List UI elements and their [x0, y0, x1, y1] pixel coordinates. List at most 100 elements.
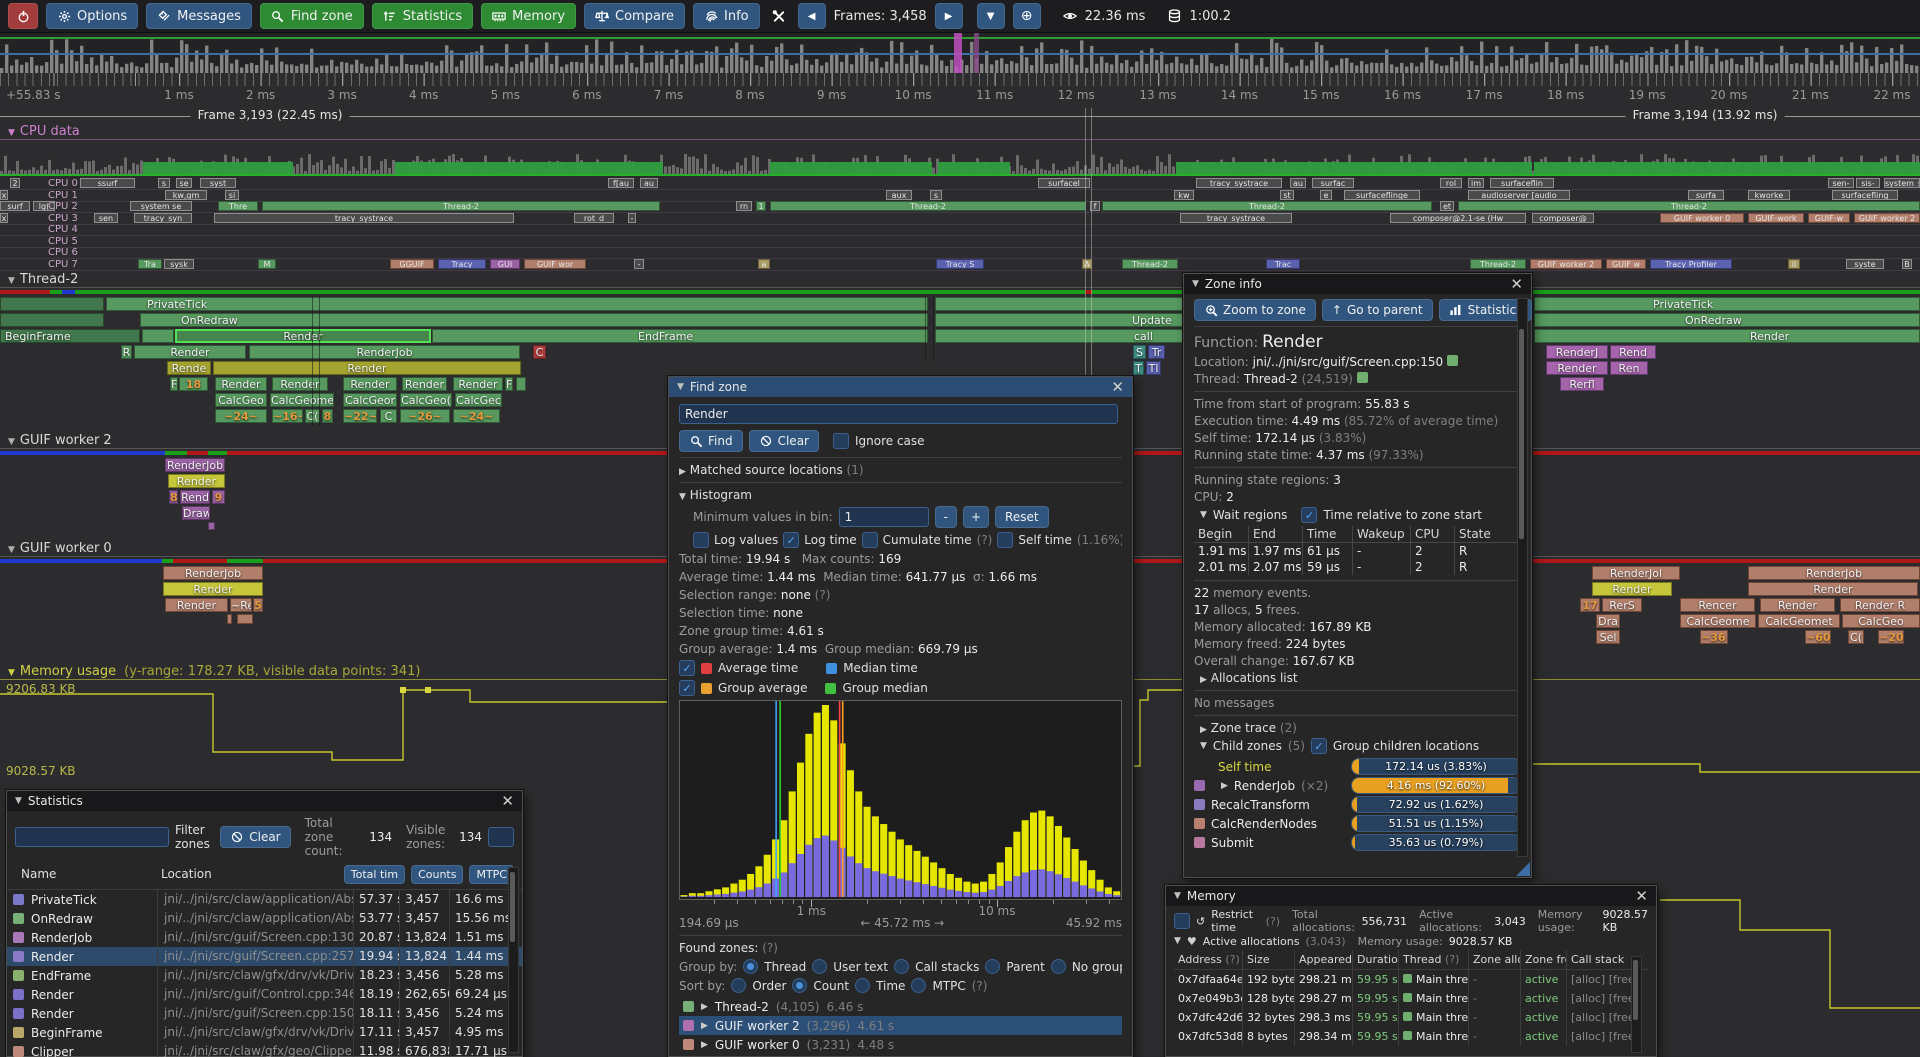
clear-filter-button[interactable]: Clear — [220, 826, 290, 848]
radio-time[interactable] — [855, 978, 870, 993]
timeline-zone[interactable] — [227, 614, 232, 624]
cpu-zone[interactable]: au — [1290, 178, 1306, 188]
cpu-zone[interactable]: surfa — [1688, 190, 1724, 200]
cpu-zone[interactable]: audioserver [audio — [1468, 190, 1570, 200]
timeline-zone[interactable]: CalcGeomet — [1758, 614, 1840, 628]
timeline-zone[interactable]: Dra — [1596, 614, 1620, 628]
timeline-zone[interactable]: Render — [1592, 582, 1672, 596]
timeline-zone[interactable]: F — [505, 377, 513, 391]
cpu-zone[interactable]: GUIF worker 0 — [1660, 213, 1744, 223]
cpu-zone[interactable]: Tracy S — [936, 259, 984, 269]
timeline-zone[interactable] — [935, 297, 1183, 311]
allocation-row[interactable]: 0x7e049b3d00128 bytes298.27 ms59.95 sMai… — [1174, 989, 1648, 1008]
allocations-list-label[interactable]: Allocations list — [1211, 671, 1298, 685]
statistics-table-row[interactable]: Clipperjni/../jni/src/claw/gfx/geo/Clipp… — [7, 1042, 522, 1057]
timeline-zone[interactable] — [516, 377, 526, 391]
timeline-zone[interactable]: RenderJol — [1592, 566, 1680, 580]
column-header-zone-free[interactable]: Zone free — [1520, 950, 1566, 969]
cpu-zone[interactable]: kworke — [1748, 190, 1790, 200]
timeline-zone[interactable]: Render — [402, 377, 447, 391]
cpu-zone[interactable]: Trac — [1266, 259, 1300, 269]
timeline-zone[interactable]: Sel — [1596, 630, 1620, 644]
radio-user-text[interactable] — [812, 959, 827, 974]
timeline-zone[interactable]: call — [935, 329, 1183, 343]
average-time-checkbox[interactable]: ✓ — [679, 660, 695, 676]
timeline-zone[interactable]: ~24~ — [453, 409, 500, 423]
statistics-table-row[interactable]: Renderjni/../jni/src/guif/Control.cpp:34… — [7, 985, 522, 1004]
child-zone-row[interactable]: Submit35.63 us (0.79%) — [1194, 833, 1521, 852]
cpu-zone[interactable]: s — [158, 178, 170, 188]
child-zone-row[interactable]: Self time172.14 us (3.83%) — [1194, 757, 1521, 776]
cpu-zone[interactable]: - — [628, 213, 636, 223]
radio-order[interactable] — [731, 978, 746, 993]
cpu-zone[interactable]: im — [1468, 178, 1484, 188]
close-icon[interactable]: ✕ — [1635, 889, 1648, 904]
statistics-table-row[interactable]: OnRedrawjni/../jni/src/claw/application/… — [7, 909, 522, 928]
go-to-parent-button[interactable]: ↑Go to parent — [1322, 299, 1433, 321]
cpu-zone[interactable]: Thread-2 — [1102, 201, 1432, 211]
cpu-zone[interactable]: kw — [1174, 190, 1194, 200]
cpu-zone[interactable]: Tracy Profiler — [1650, 259, 1732, 269]
cpu-zone[interactable]: GUIF worker 2 — [1854, 213, 1920, 223]
cpu-zone[interactable]: au — [640, 178, 658, 188]
column-header-total-time[interactable]: Total tim — [344, 865, 405, 884]
radio-thread[interactable] — [743, 959, 758, 974]
timeline-zone[interactable]: Render — [1546, 361, 1608, 375]
ignore-case-checkbox[interactable] — [833, 433, 849, 449]
timeline-zone[interactable]: Render — [213, 361, 521, 375]
timeline-zone[interactable]: CalcGeo( — [400, 393, 452, 407]
timeline-zone[interactable]: RenderJob — [249, 345, 520, 359]
timeline-zone[interactable]: C — [533, 345, 546, 359]
child-zone-row[interactable]: CalcRenderNodes51.51 us (1.15%) — [1194, 814, 1521, 833]
collapse-icon[interactable]: ▼ — [15, 796, 22, 806]
cumulate-time-checkbox[interactable] — [862, 532, 878, 548]
timeline-zone[interactable]: PrivateTick — [106, 297, 928, 311]
timeline-zone[interactable]: C( — [1848, 630, 1864, 644]
log-values-checkbox[interactable] — [693, 532, 709, 548]
cpu-zone[interactable]: GUIF-work — [1748, 213, 1804, 223]
timeline-zone[interactable] — [142, 329, 174, 343]
timeline-zone[interactable]: RenderJ — [1546, 345, 1608, 359]
timeline-zone[interactable]: ~20~ — [1878, 630, 1904, 644]
clear-button[interactable]: Clear — [749, 430, 819, 452]
column-header-counts[interactable]: Counts — [411, 865, 463, 884]
radio-call-stacks[interactable] — [894, 959, 909, 974]
cpu-zone[interactable]: rot_d — [574, 213, 614, 223]
zone-location[interactable]: jni/../jni/src/guif/Screen.cpp:150 — [1253, 355, 1444, 369]
expand-icon[interactable]: ▶ — [1200, 675, 1207, 685]
timeline-zone[interactable] — [208, 522, 215, 530]
cpu-zone[interactable]: GUIF wor — [524, 259, 586, 269]
timeline-zone[interactable]: Ren — [1610, 361, 1648, 375]
cpu-zone[interactable]: tracy_systrace — [1180, 213, 1292, 223]
collapse-icon[interactable]: ▼ — [1200, 741, 1207, 751]
column-header-zone-alloc[interactable]: Zone alloc — [1468, 950, 1520, 969]
timeline-zone[interactable]: RerS — [1602, 598, 1642, 612]
expand-icon[interactable]: ▶ — [1200, 725, 1207, 735]
cpu-zone[interactable]: Thre — [218, 201, 258, 211]
statistics-table-row[interactable]: PrivateTickjni/../jni/src/claw/applicati… — [7, 890, 522, 909]
cpu-zone[interactable]: surfaceflin — [1490, 178, 1554, 188]
section-header-cpu-data[interactable]: ▼CPU data — [0, 124, 1920, 140]
cpu-zone[interactable]: tracy_systrace — [1196, 178, 1282, 188]
cpu-zone[interactable]: st — [1280, 190, 1294, 200]
cpu-zone[interactable]: a — [758, 259, 770, 269]
found-zone-group-row[interactable]: ▶Thread-2(4,105)6.46 s — [679, 997, 1122, 1016]
timeline-zone[interactable]: Render R — [1840, 598, 1920, 612]
bin-plus-button[interactable]: + — [963, 506, 989, 528]
timeline-zone[interactable]: ~36~ — [1700, 630, 1728, 644]
found-zone-group-row[interactable]: ▶GUIF worker 0(3,231)4.48 s — [679, 1035, 1122, 1054]
alloc-callstack-link[interactable]: [alloc] — [1571, 1011, 1609, 1024]
timeline-zone[interactable]: 9 — [212, 490, 225, 504]
cpu-zone[interactable]: syste — [1846, 259, 1884, 269]
cpu-zone[interactable]: Tracy — [438, 259, 486, 269]
timeline-zone[interactable]: 5 — [253, 598, 263, 612]
timeline-zone[interactable]: Render — [215, 377, 267, 391]
cpu-zone[interactable]: sis- — [1856, 178, 1880, 188]
cpu-zone[interactable]: 1 — [756, 201, 766, 211]
radio-count[interactable] — [792, 978, 807, 993]
found-zone-group-row[interactable]: ▶GUIF worker 2(3,296)4.61 s — [679, 1016, 1122, 1035]
cpu-zone[interactable]: Thread-2 — [1458, 201, 1920, 211]
cpu-zone[interactable]: sen — [94, 213, 118, 223]
cpu-zone[interactable]: Thread-2 — [1470, 259, 1526, 269]
find-button[interactable]: Find — [679, 430, 743, 452]
